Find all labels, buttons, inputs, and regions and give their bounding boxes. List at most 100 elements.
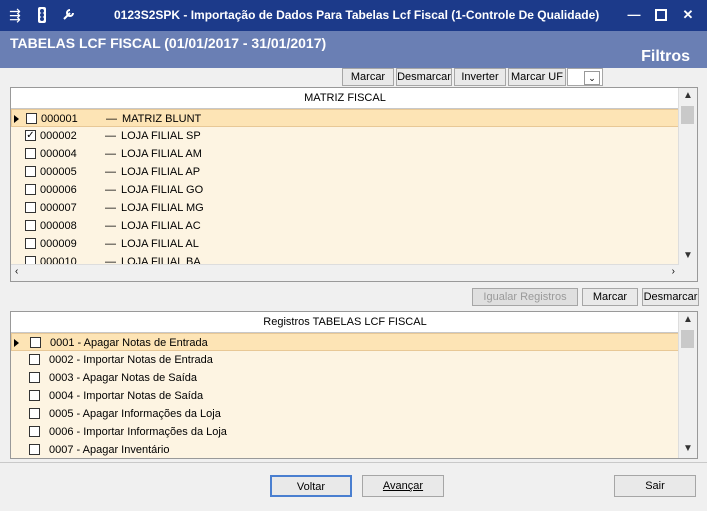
row-code: 000007	[40, 202, 77, 214]
matriz-grid-header: MATRIZ FISCAL	[11, 88, 679, 109]
table-row[interactable]: ✓ 000002 — LOJA FILIAL SP	[11, 127, 679, 145]
scroll-up-icon[interactable]: ▲	[679, 90, 697, 101]
row-name: LOJA FILIAL AC	[121, 220, 201, 232]
list-item[interactable]: 0006 - Importar Informações da Loja	[11, 423, 679, 441]
uf-select[interactable]: ⌄	[567, 68, 603, 86]
scroll-right-icon[interactable]: ›	[672, 266, 675, 277]
row-checkbox[interactable]	[25, 166, 36, 177]
row-code: 000004	[40, 148, 77, 160]
desmarcar-button[interactable]: Desmarcar	[396, 68, 452, 86]
list-item[interactable]: 0004 - Importar Notas de Saída	[11, 387, 679, 405]
row-name: LOJA FILIAL AM	[121, 148, 202, 160]
table-row[interactable]: 000008 — LOJA FILIAL AC	[11, 217, 679, 235]
igualar-registros-button[interactable]: Igualar Registros	[472, 288, 578, 306]
registros-grid-header: Registros TABELAS LCF FISCAL	[11, 312, 679, 333]
maximize-icon[interactable]	[651, 6, 671, 24]
row-label: 0002 - Importar Notas de Entrada	[49, 354, 213, 366]
list-item[interactable]: 0002 - Importar Notas de Entrada	[11, 351, 679, 369]
row-checkbox[interactable]	[25, 202, 36, 213]
page-header: TABELAS LCF FISCAL (01/01/2017 - 31/01/2…	[0, 31, 707, 68]
wrench-icon[interactable]	[60, 6, 78, 24]
vertical-scrollbar[interactable]: ▲ ▼	[678, 88, 697, 281]
row-label: 0005 - Apagar Informações da Loja	[49, 408, 221, 420]
footer-divider	[0, 462, 707, 463]
window-title: 0123S2SPK - Importação de Dados Para Tab…	[114, 8, 600, 22]
row-separator: —	[105, 166, 116, 178]
row-name: LOJA FILIAL GO	[121, 184, 204, 196]
table-row[interactable]: 000009 — LOJA FILIAL AL	[11, 235, 679, 253]
list-item[interactable]: 0003 - Apagar Notas de Saída	[11, 369, 679, 387]
row-code: 000001	[41, 113, 78, 125]
marcar-button[interactable]: Marcar	[342, 68, 394, 86]
table-row[interactable]: 000001 — MATRIZ BLUNT	[11, 109, 679, 127]
table-row[interactable]: 000007 — LOJA FILIAL MG	[11, 199, 679, 217]
table-row[interactable]: 000004 — LOJA FILIAL AM	[11, 145, 679, 163]
scroll-thumb[interactable]	[681, 330, 694, 348]
title-bar: ⇶ 0123S2SPK - Importação de Dados Para T…	[0, 0, 707, 31]
row-checkbox[interactable]	[25, 148, 36, 159]
row-name: LOJA FILIAL AP	[121, 166, 201, 178]
filters-label[interactable]: Filtros	[641, 48, 690, 66]
row-checkbox[interactable]	[26, 113, 37, 124]
table-row[interactable]: 000005 — LOJA FILIAL AP	[11, 163, 679, 181]
row-checkbox[interactable]	[29, 426, 40, 437]
registros-grid[interactable]: Registros TABELAS LCF FISCAL 0001 - Apag…	[10, 311, 698, 459]
row-name: MATRIZ BLUNT	[122, 113, 202, 125]
row-separator: —	[106, 113, 117, 125]
sair-button[interactable]: Sair	[614, 475, 696, 497]
row-label: 0006 - Importar Informações da Loja	[49, 426, 227, 438]
row-code: 000005	[40, 166, 77, 178]
list-item[interactable]: 0007 - Apagar Inventário	[11, 441, 679, 458]
row-separator: —	[105, 238, 116, 250]
avancar-button[interactable]: Avançar	[362, 475, 444, 497]
row-pointer-icon	[14, 339, 19, 347]
row-checkbox[interactable]	[25, 220, 36, 231]
close-icon[interactable]: ✕	[678, 6, 698, 24]
list-item[interactable]: 0001 - Apagar Notas de Entrada	[11, 333, 679, 351]
list-item[interactable]: 0005 - Apagar Informações da Loja	[11, 405, 679, 423]
row-pointer-icon	[14, 115, 19, 123]
row-checkbox[interactable]	[25, 184, 36, 195]
row-separator: —	[105, 184, 116, 196]
scroll-left-icon[interactable]: ‹	[15, 266, 18, 277]
scroll-down-icon[interactable]: ▼	[679, 250, 697, 261]
horizontal-scrollbar[interactable]: ‹ ›	[11, 264, 679, 281]
row-checkbox[interactable]	[29, 390, 40, 401]
row-name: LOJA FILIAL AL	[121, 238, 199, 250]
page-title: TABELAS LCF FISCAL (01/01/2017 - 31/01/2…	[10, 35, 327, 51]
row-label: 0001 - Apagar Notas de Entrada	[50, 337, 208, 349]
minimize-icon[interactable]: —	[624, 6, 644, 24]
matriz-grid[interactable]: MATRIZ FISCAL 000001 — MATRIZ BLUNT ✓ 000002…	[10, 87, 698, 282]
row-separator: —	[105, 202, 116, 214]
scroll-down-icon[interactable]: ▼	[679, 443, 697, 454]
marcar-uf-button[interactable]: Marcar UF	[508, 68, 566, 86]
voltar-button[interactable]: Voltar	[270, 475, 352, 497]
row-name: LOJA FILIAL MG	[121, 202, 204, 214]
row-checkbox[interactable]	[30, 337, 41, 348]
row-code: 000002	[40, 130, 77, 142]
row-label: 0003 - Apagar Notas de Saída	[49, 372, 197, 384]
row-name: LOJA FILIAL SP	[121, 130, 201, 142]
desmarcar-registros-button[interactable]: Desmarcar	[642, 288, 699, 306]
row-checkbox[interactable]	[25, 238, 36, 249]
row-checkbox[interactable]	[29, 372, 40, 383]
row-label: 0007 - Apagar Inventário	[49, 444, 170, 456]
scroll-up-icon[interactable]: ▲	[679, 314, 697, 325]
table-row[interactable]: 000006 — LOJA FILIAL GO	[11, 181, 679, 199]
row-checkbox[interactable]	[29, 444, 40, 455]
scroll-thumb[interactable]	[681, 106, 694, 124]
inverter-button[interactable]: Inverter	[454, 68, 506, 86]
row-checkbox[interactable]	[29, 408, 40, 419]
marcar-registros-button[interactable]: Marcar	[582, 288, 638, 306]
row-separator: —	[105, 148, 116, 160]
export-icon[interactable]: ⇶	[6, 6, 24, 24]
vertical-scrollbar[interactable]: ▲ ▼	[678, 312, 697, 458]
row-separator: —	[105, 130, 116, 142]
row-separator: —	[105, 220, 116, 232]
row-checkbox[interactable]	[29, 354, 40, 365]
traffic-light-icon[interactable]	[33, 6, 51, 24]
row-code: 000006	[40, 184, 77, 196]
chevron-down-icon: ⌄	[584, 71, 600, 85]
row-label: 0004 - Importar Notas de Saída	[49, 390, 204, 402]
row-checkbox[interactable]: ✓	[25, 130, 36, 141]
